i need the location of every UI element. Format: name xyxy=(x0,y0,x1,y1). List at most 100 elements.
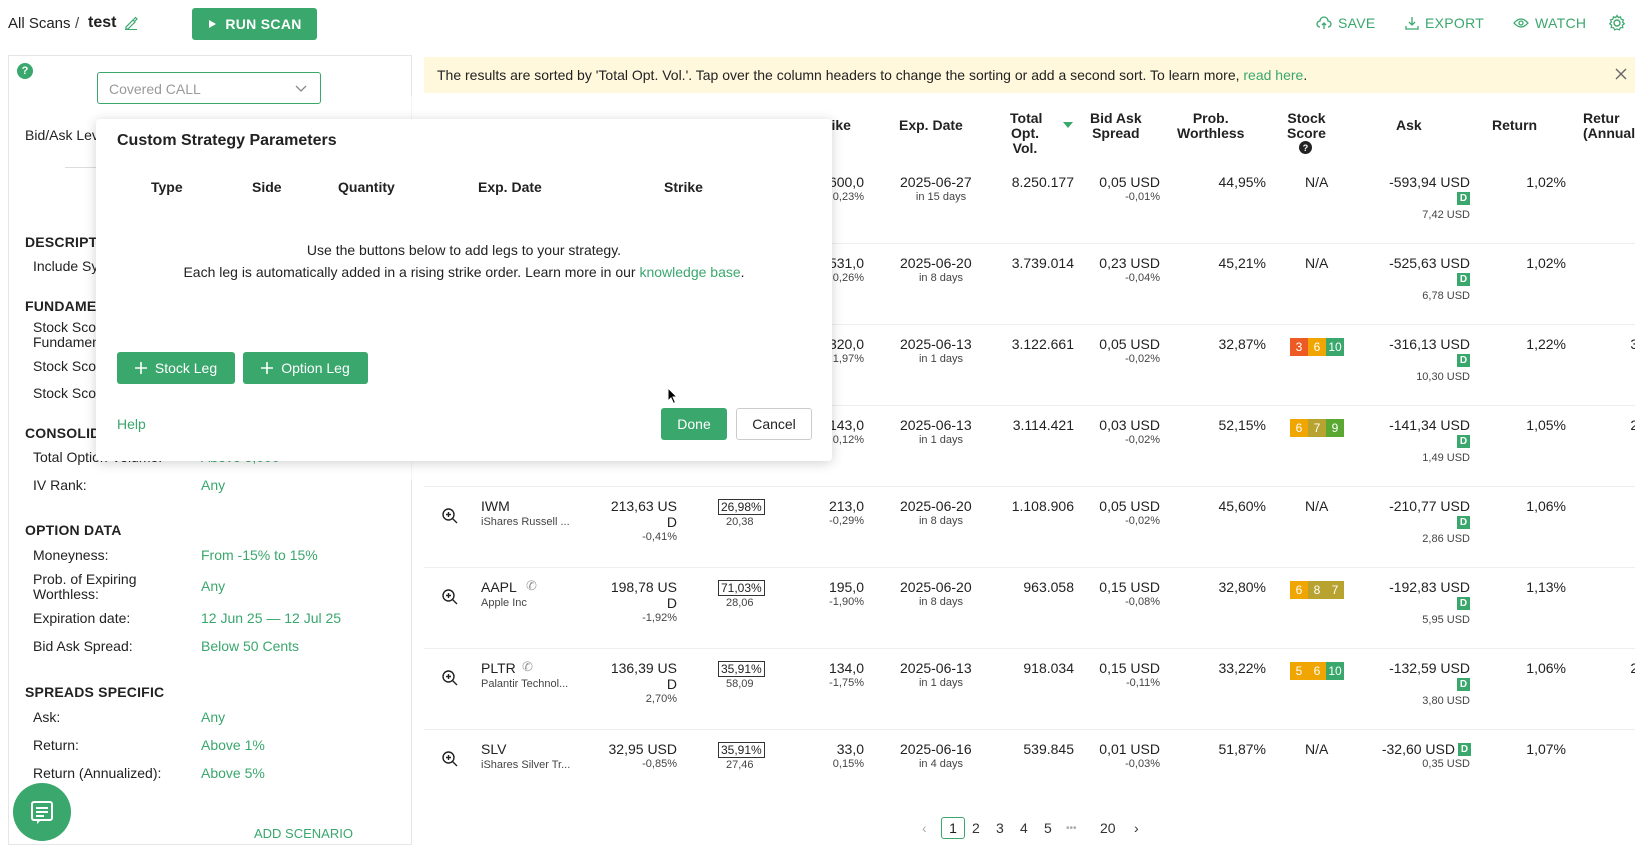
price-change: -0,85% xyxy=(642,758,677,770)
export-button[interactable]: EXPORT xyxy=(1405,15,1484,31)
header-stock-score[interactable]: Stock Score xyxy=(1287,111,1326,141)
total-opt-vol: 918.034 xyxy=(1023,660,1074,676)
return-value[interactable]: Above 1% xyxy=(201,737,265,753)
banner-text: The results are sorted by 'Total Opt. Vo… xyxy=(437,67,1240,83)
run-scan-button[interactable]: RUN SCAN xyxy=(192,8,317,40)
top-bar: All Scans / test RUN SCAN SAVE EXPORT WA… xyxy=(0,0,1635,48)
header-exp-date[interactable]: Exp. Date xyxy=(899,118,963,133)
moneyness-value[interactable]: From -15% to 15% xyxy=(201,547,318,563)
expiration-date-value[interactable]: 12 Jun 25 — 12 Jul 25 xyxy=(201,610,341,626)
header-bas-line1: Bid Ask xyxy=(1090,110,1142,126)
banner-read-here-link[interactable]: read here xyxy=(1243,67,1303,83)
symbol[interactable]: PLTR xyxy=(481,660,516,676)
header-total-opt-vol[interactable]: Total Opt. Vol. xyxy=(1010,111,1042,156)
prob-expiring-value[interactable]: Any xyxy=(201,578,225,594)
total-opt-vol: 8.250.177 xyxy=(1011,174,1074,190)
modal-title: Custom Strategy Parameters xyxy=(117,132,337,149)
strategy-select[interactable]: Covered CALL xyxy=(97,72,321,104)
knowledge-base-link[interactable]: knowledge base xyxy=(639,264,740,280)
help-icon[interactable]: ? xyxy=(17,63,33,79)
bid-ask-spread-pct: -0,08% xyxy=(1125,596,1160,608)
ask: -316,13 USD xyxy=(1389,336,1470,352)
add-stock-leg-button[interactable]: Stock Leg xyxy=(117,352,235,384)
ask: -192,83 USD xyxy=(1389,579,1470,595)
pager-page-4[interactable]: 4 xyxy=(1020,820,1028,836)
symbol[interactable]: SLV xyxy=(481,741,506,757)
symbol[interactable]: AAPL xyxy=(481,579,517,595)
stock-score-label: Stock Sco xyxy=(33,358,97,374)
stock-score-help-icon[interactable]: ? xyxy=(1299,141,1312,154)
return-annualized-value[interactable]: Above 5% xyxy=(201,765,265,781)
exp-date: 2025-06-16 xyxy=(900,741,972,757)
header-ss-line1: Stock xyxy=(1287,110,1326,126)
pager-prev[interactable]: ‹ xyxy=(922,820,927,836)
pager-page-5[interactable]: 5 xyxy=(1044,820,1052,836)
add-scenario-link[interactable]: ADD SCENARIO xyxy=(254,826,353,841)
export-label: EXPORT xyxy=(1425,15,1485,31)
chat-button[interactable] xyxy=(13,783,71,841)
prob-worthless: 45,60% xyxy=(1218,498,1266,514)
stock-score-chip: 8 xyxy=(1308,581,1326,599)
pager-page-3[interactable]: 3 xyxy=(996,820,1004,836)
modal-message-1: Use the buttons below to add legs to you… xyxy=(306,242,622,258)
prob-worthless: 32,87% xyxy=(1218,336,1266,352)
header-prob-worthless[interactable]: Prob. Worthless xyxy=(1177,111,1244,141)
ask-sub: 0,35 USD xyxy=(1422,758,1470,770)
zoom-in-icon[interactable] xyxy=(441,669,459,687)
done-button[interactable]: Done xyxy=(661,408,727,440)
days-to-exp: in 1 days xyxy=(918,677,964,689)
zoom-in-icon[interactable] xyxy=(441,750,459,768)
modal-col-type: Type xyxy=(151,179,183,195)
iv-rank-value[interactable]: Any xyxy=(201,477,225,493)
stock-score-badges: 3 6 10 xyxy=(1290,338,1344,356)
symbol[interactable]: IWM xyxy=(481,498,510,514)
bid-ask-spread-pct: -0,04% xyxy=(1125,272,1160,284)
prob-worthless: 45,21% xyxy=(1218,255,1266,271)
header-total-line3: Vol. xyxy=(1012,140,1038,156)
pager-page-20[interactable]: 20 xyxy=(1100,820,1116,836)
add-option-leg-button[interactable]: Option Leg xyxy=(243,352,368,384)
days-to-exp: in 8 days xyxy=(918,596,964,608)
breadcrumb-all-scans[interactable]: All Scans xyxy=(8,15,71,32)
bid-ask-spread: 0,01 USD xyxy=(1099,741,1160,757)
breadcrumb-separator: / xyxy=(75,15,80,32)
strike: 213,0 xyxy=(828,498,864,514)
exp-date: 2025-06-13 xyxy=(900,336,972,352)
pager-next[interactable]: › xyxy=(1134,820,1139,836)
strike-pct: -1,75% xyxy=(829,677,864,689)
modal-help-link[interactable]: Help xyxy=(117,416,146,432)
eye-icon xyxy=(1513,18,1529,28)
total-opt-vol: 3.114.421 xyxy=(1012,417,1074,433)
header-return-annualized[interactable]: Retur (Annualiz xyxy=(1583,111,1635,141)
row-separator xyxy=(826,405,1635,406)
save-button[interactable]: SAVE xyxy=(1316,15,1376,31)
header-bid-ask-spread[interactable]: Bid Ask Spread xyxy=(1090,111,1142,141)
total-opt-vol: 963.058 xyxy=(1023,579,1074,595)
pager-page-2[interactable]: 2 xyxy=(972,820,980,836)
section-spreads-specific: SPREADS SPECIFIC xyxy=(25,684,165,700)
bid-ask-spread: 0,15 USD xyxy=(1099,660,1160,676)
close-icon[interactable] xyxy=(1614,67,1628,81)
watch-button[interactable]: WATCH xyxy=(1513,15,1586,31)
bid-ask-spread: 0,03 USD xyxy=(1099,417,1160,433)
section-description: DESCRIPTI xyxy=(25,234,102,250)
ask-sub: 6,78 USD xyxy=(1422,290,1470,302)
header-ask[interactable]: Ask xyxy=(1396,118,1422,133)
ask-value[interactable]: Any xyxy=(201,709,225,725)
gear-icon[interactable] xyxy=(1608,14,1626,32)
download-icon xyxy=(1405,17,1419,30)
pager-page-1[interactable]: 1 xyxy=(941,817,965,839)
return-annualized: 4 xyxy=(1606,498,1635,514)
bid-ask-spread-value[interactable]: Below 50 Cents xyxy=(201,638,299,654)
total-opt-vol: 3.122.661 xyxy=(1011,336,1074,352)
price-change: -0,41% xyxy=(642,531,677,543)
pencil-icon[interactable] xyxy=(124,16,138,30)
company-name: iShares Russell ... xyxy=(481,516,570,528)
company-name: Palantir Technol... xyxy=(481,678,569,690)
prob-expiring-label-2: Worthless: xyxy=(33,586,99,602)
zoom-in-icon[interactable] xyxy=(441,507,459,525)
underlying-price: 213,63 US xyxy=(610,498,677,514)
header-return[interactable]: Return xyxy=(1492,118,1537,133)
cancel-button[interactable]: Cancel xyxy=(736,408,812,440)
zoom-in-icon[interactable] xyxy=(441,588,459,606)
